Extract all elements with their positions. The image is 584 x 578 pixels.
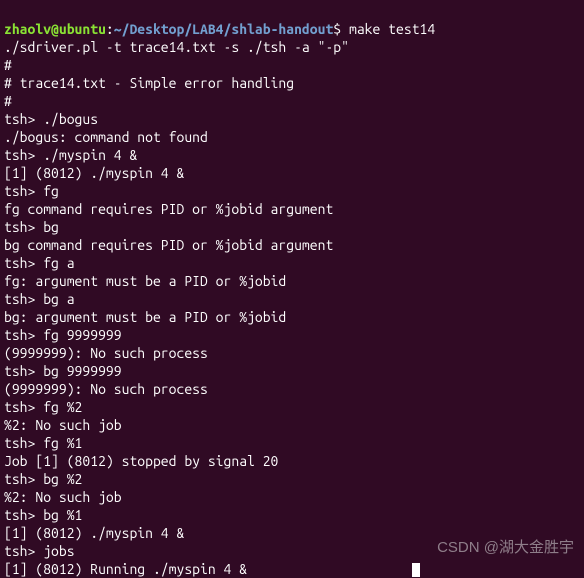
prompt-dollar: $ <box>333 21 341 37</box>
output-line: ./bogus: command not found <box>4 129 208 145</box>
output-line: fg command requires PID or %jobid argume… <box>4 201 333 217</box>
command-input: make test14 <box>349 21 435 37</box>
output-line: tsh> bg %2 <box>4 471 82 487</box>
output-line: tsh> bg a <box>4 291 75 307</box>
output-line: tsh> fg %1 <box>4 435 82 451</box>
output-line: # <box>4 93 12 109</box>
output-line: tsh> fg %2 <box>4 399 82 415</box>
output-line: tsh> jobs <box>4 543 75 559</box>
output-line: ./sdriver.pl -t trace14.txt -s ./tsh -a … <box>4 39 349 55</box>
output-line: (9999999): No such process <box>4 381 208 397</box>
output-line: [1] (8012) ./myspin 4 & <box>4 525 184 541</box>
output-line: tsh> bg <box>4 219 59 235</box>
output-line: tsh> fg a <box>4 255 75 271</box>
output-line: [1] (8012) ./myspin 4 & <box>4 165 184 181</box>
cursor <box>412 563 420 577</box>
output-line: (9999999): No such process <box>4 345 208 361</box>
output-line: tsh> bg %1 <box>4 507 82 523</box>
output-line: tsh> fg 9999999 <box>4 327 122 343</box>
prompt-colon: : <box>106 21 114 37</box>
output-line: # trace14.txt - Simple error handling <box>4 75 294 91</box>
output-line: Job [1] (8012) stopped by signal 20 <box>4 453 278 469</box>
prompt-user: zhaolv@ubuntu <box>4 21 106 37</box>
output-line: tsh> fg <box>4 183 59 199</box>
output-line: tsh> ./bogus <box>4 111 98 127</box>
output-line: tsh> bg 9999999 <box>4 363 122 379</box>
output-line: tsh> ./myspin 4 & <box>4 147 137 163</box>
output-line: bg command requires PID or %jobid argume… <box>4 237 333 253</box>
terminal-output[interactable]: zhaolv@ubuntu:~/Desktop/LAB4/shlab-hando… <box>4 2 580 578</box>
output-line: [1] (8012) Running ./myspin 4 & <box>4 561 247 577</box>
output-line: # <box>4 57 12 73</box>
output-line: bg: argument must be a PID or %jobid <box>4 309 286 325</box>
prompt-path: ~/Desktop/LAB4/shlab-handout <box>114 21 334 37</box>
output-line: %2: No such job <box>4 489 122 505</box>
output-line: fg: argument must be a PID or %jobid <box>4 273 286 289</box>
output-line: %2: No such job <box>4 417 122 433</box>
